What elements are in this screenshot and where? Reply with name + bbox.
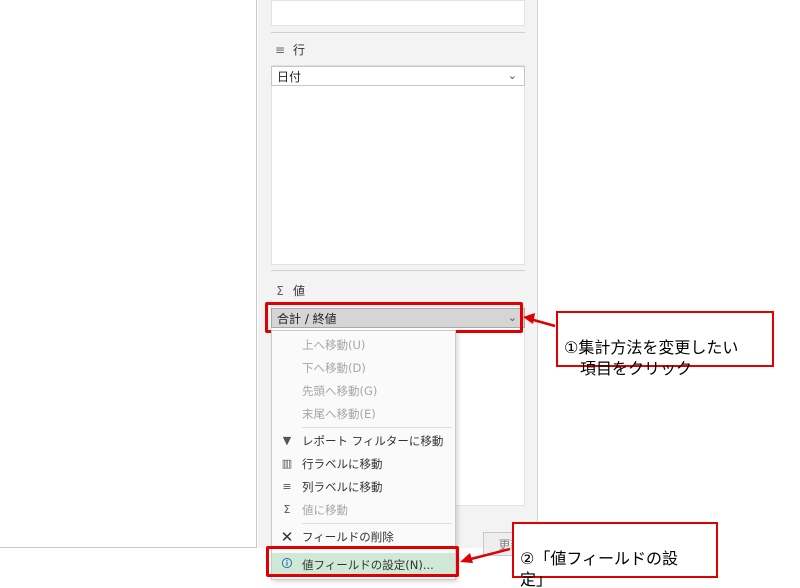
rows-area-header: ≡ 行	[273, 41, 305, 58]
annotation-frame-value-field-settings	[266, 546, 459, 577]
menu-item-label: レポート フィルターに移動	[302, 433, 444, 448]
callout-step2: ②「値フィールドの設定」 をクリック	[512, 522, 718, 588]
values-area-header: Σ 値	[273, 282, 305, 299]
menu-item-move-to-end[interactable]: 末尾へ移動(E)	[272, 402, 455, 425]
callout-step1-text: ①集計方法を変更したい 項目をクリック	[564, 338, 739, 378]
rows-field-date[interactable]: 日付 ⌄	[271, 66, 525, 86]
menu-separator	[302, 523, 452, 524]
rows-lines-icon: ≡	[274, 42, 286, 57]
worksheet-area	[0, 0, 257, 548]
rows-area-label: 行	[293, 43, 306, 57]
menu-item-label: 列ラベルに移動	[302, 479, 383, 494]
column-labels-icon: ≡	[282, 480, 292, 493]
row-labels-icon: ▥	[281, 457, 293, 470]
menu-item-label: 先頭へ移動(G)	[302, 383, 378, 398]
annotation-frame-values-field	[265, 302, 523, 333]
rows-field-label: 日付	[277, 69, 302, 84]
menu-item-label: 行ラベルに移動	[302, 456, 383, 471]
arrow-step2-head	[460, 553, 473, 563]
menu-item-move-to-row-labels[interactable]: ▥ 行ラベルに移動	[272, 452, 455, 475]
menu-separator	[302, 427, 452, 428]
menu-item-move-to-report-filter[interactable]: ▼ レポート フィルターに移動	[272, 429, 455, 452]
sigma-icon: Σ	[283, 503, 291, 516]
area-divider	[271, 270, 525, 271]
columns-area-box[interactable]	[271, 0, 525, 26]
field-context-menu: 上へ移動(U) 下へ移動(D) 先頭へ移動(G) 末尾へ移動(E) ▼ レポート…	[271, 330, 456, 580]
menu-item-label: 末尾へ移動(E)	[302, 406, 376, 421]
menu-item-move-to-beginning[interactable]: 先頭へ移動(G)	[272, 379, 455, 402]
pane-gap	[258, 0, 266, 548]
menu-item-label: フィールドの削除	[302, 529, 394, 544]
menu-item-move-up[interactable]: 上へ移動(U)	[272, 333, 455, 356]
callout-step2-text: ②「値フィールドの設定」 をクリック	[520, 549, 679, 588]
menu-item-move-to-column-labels[interactable]: ≡ 列ラベルに移動	[272, 475, 455, 498]
menu-item-move-down[interactable]: 下へ移動(D)	[272, 356, 455, 379]
close-x-icon: ✕	[280, 527, 294, 546]
menu-item-label: 上へ移動(U)	[302, 337, 366, 352]
sigma-icon: Σ	[276, 283, 284, 298]
area-divider	[271, 32, 525, 33]
values-area-label: 値	[293, 284, 306, 298]
chevron-down-icon[interactable]: ⌄	[508, 69, 517, 82]
rows-area-box[interactable]	[271, 65, 525, 265]
menu-item-label: 下へ移動(D)	[302, 360, 366, 375]
callout-step1: ①集計方法を変更したい 項目をクリック	[556, 311, 774, 378]
menu-item-move-to-values[interactable]: Σ 値に移動	[272, 498, 455, 521]
menu-item-remove-field[interactable]: ✕ フィールドの削除	[272, 525, 455, 548]
filter-icon: ▼	[282, 434, 292, 447]
menu-item-label: 値に移動	[302, 502, 348, 517]
